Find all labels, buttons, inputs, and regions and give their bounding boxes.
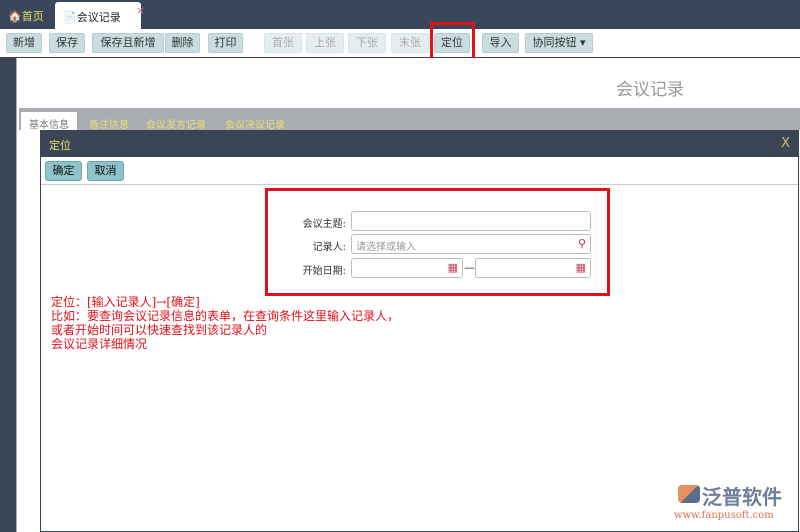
last-button[interactable]: 末张 (391, 33, 429, 53)
recorder-input[interactable]: 请选择或输入 ⚲ (351, 234, 591, 254)
tab-meeting-records[interactable]: 📄会议记录 × (55, 2, 145, 29)
recorder-label: 记录人: (312, 242, 346, 253)
subtab-speeches[interactable]: 会议发言记录 (146, 116, 206, 131)
page-title: 会议记录 (616, 80, 684, 100)
home-icon: 🏠 (8, 10, 22, 23)
subtab-basic[interactable]: 基本信息 (21, 112, 77, 131)
next-button[interactable]: 下张 (348, 33, 386, 53)
tab-bar: 🏠首页 📄会议记录 × (0, 0, 800, 29)
add-button[interactable]: 新增 (6, 33, 42, 53)
tab-home[interactable]: 🏠首页 (8, 8, 44, 24)
subtab-bar: 基本信息 备注信息 会议发言记录 会议决议记录 (19, 108, 800, 131)
tab-home-label: 首页 (21, 10, 44, 23)
start-date-to[interactable]: ▦ (475, 258, 591, 278)
locate-dialog: 定位 X 确定 取消 会议主题: 记录人: 请选择或输入 ⚲ 开始日期: ▦ — ▦… (40, 130, 799, 532)
calendar-icon[interactable]: ▦ (576, 261, 586, 274)
dialog-title: 定位 (49, 139, 71, 152)
logo-url: www.fanpusoft.com (674, 510, 774, 521)
brand-logo: 泛普软件 www.fanpusoft.com (674, 481, 798, 521)
toolbar: 新增 保存 保存且新增 删除 打印 首张 上张 下张 末张 定位 导入 协同按钮… (0, 29, 800, 57)
import-button[interactable]: 导入 (482, 33, 519, 53)
recorder-placeholder: 请选择或输入 (356, 242, 416, 253)
topic-input[interactable] (351, 211, 591, 231)
confirm-button[interactable]: 确定 (45, 161, 82, 181)
note-line: 比如：要查询会议记录信息的表单，在查询条件这里输入记录人， (51, 309, 400, 323)
note-line: 会议记录详细情况 (51, 337, 148, 351)
save-and-new-button[interactable]: 保存且新增 (92, 33, 164, 53)
document-icon: 📄 (63, 11, 77, 24)
subtab-notes[interactable]: 备注信息 (89, 116, 129, 131)
logo-mark-icon (678, 485, 700, 503)
cancel-button[interactable]: 取消 (87, 161, 124, 181)
calendar-icon[interactable]: ▦ (448, 261, 458, 274)
start-date-from[interactable]: ▦ (351, 258, 463, 278)
close-icon[interactable]: X (781, 136, 790, 151)
save-button[interactable]: 保存 (49, 33, 85, 53)
print-button[interactable]: 打印 (208, 33, 243, 53)
dialog-header: 定位 X (41, 131, 798, 157)
close-tab-icon[interactable]: × (136, 4, 145, 17)
instruction-note: 定位：[输入记录人]→[确定] 比如：要查询会议记录信息的表单，在查询条件这里输… (51, 295, 399, 351)
delete-button[interactable]: 删除 (165, 33, 200, 53)
topic-label: 会议主题: (302, 219, 346, 230)
prev-button[interactable]: 上张 (306, 33, 344, 53)
first-button[interactable]: 首张 (264, 33, 302, 53)
search-icon[interactable]: ⚲ (578, 237, 586, 250)
collaborate-button[interactable]: 协同按钮 ▾ (525, 33, 593, 53)
date-label: 开始日期: (302, 266, 346, 277)
highlight-box (430, 22, 475, 61)
subtab-resolutions[interactable]: 会议决议记录 (225, 116, 285, 131)
tab-label: 会议记录 (76, 11, 121, 24)
note-line: 定位：[输入记录人]→[确定] (51, 295, 200, 309)
note-line: 或者开始时间可以快速查找到该记录人的 (51, 323, 268, 337)
dialog-toolbar: 确定 取消 (41, 157, 798, 185)
date-dash: — (464, 261, 475, 274)
